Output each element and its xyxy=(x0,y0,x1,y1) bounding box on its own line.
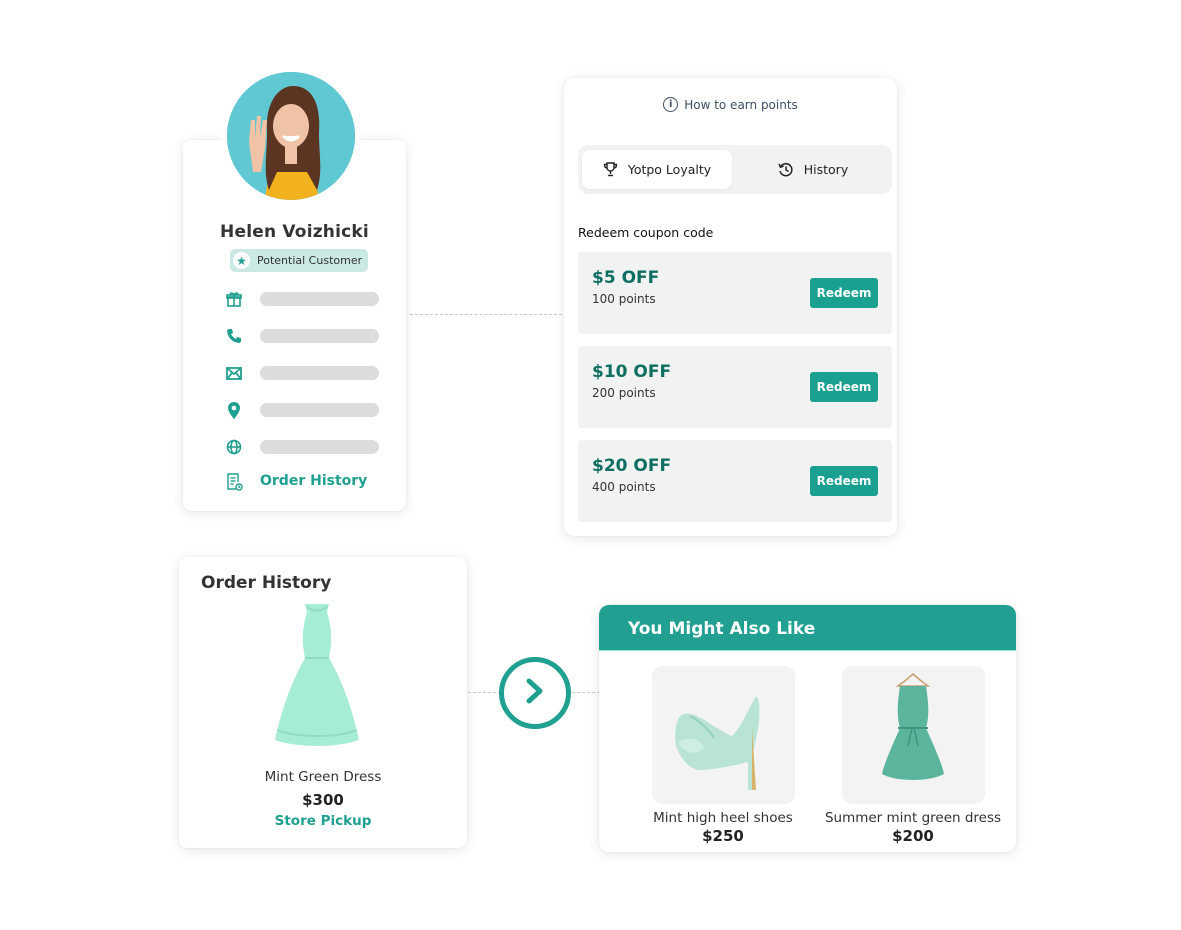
avatar xyxy=(227,72,355,200)
placeholder-bar xyxy=(260,366,379,380)
section-title: Redeem coupon code xyxy=(578,225,714,240)
order-history-title: Order History xyxy=(201,573,332,593)
tab-yotpo-loyalty-label: Yotpo Loyalty xyxy=(627,162,712,177)
recommendations-card: You Might Also Like Mint high heel shoes… xyxy=(599,605,1016,852)
info-row-email xyxy=(225,364,379,382)
coupon-item: $20 OFF 400 points Redeem xyxy=(578,440,892,522)
trophy-icon xyxy=(603,162,618,177)
globe-icon xyxy=(225,438,243,456)
order-history-card: Order History Mint Green Dress $300 Stor… xyxy=(179,557,467,848)
product-name: Summer mint green dress xyxy=(824,810,1002,826)
recommended-product[interactable]: Summer mint green dress $200 xyxy=(818,666,1008,845)
placeholder-bar xyxy=(260,440,379,454)
loyalty-widget: i How to earn points Yotpo Loyalty Histo… xyxy=(564,78,897,536)
how-to-earn-points-label: How to earn points xyxy=(684,97,798,112)
customer-name: Helen Voizhicki xyxy=(220,222,369,242)
product-image-summer-dress xyxy=(841,666,985,804)
product-price: $250 xyxy=(702,827,744,845)
product-image-heel-shoes xyxy=(651,666,795,804)
phone-icon xyxy=(225,327,243,345)
redeem-button[interactable]: Redeem xyxy=(810,278,878,308)
status-badge: ★ Potential Customer xyxy=(230,249,368,272)
product-price: $200 xyxy=(892,827,934,845)
order-item-name: Mint Green Dress xyxy=(264,769,382,785)
how-to-earn-points-link[interactable]: i How to earn points xyxy=(564,97,897,112)
coupon-amount: $5 OFF xyxy=(592,268,660,288)
coupon-points: 200 points xyxy=(592,386,656,400)
gift-icon xyxy=(225,290,243,308)
placeholder-bar xyxy=(260,329,379,343)
history-icon xyxy=(778,162,794,178)
info-row-gift xyxy=(225,290,379,308)
tab-yotpo-loyalty[interactable]: Yotpo Loyalty xyxy=(582,150,732,189)
coupon-item: $10 OFF 200 points Redeem xyxy=(578,346,892,428)
status-badge-label: Potential Customer xyxy=(257,254,363,267)
coupon-points: 100 points xyxy=(592,292,656,306)
info-row-location xyxy=(225,401,379,419)
product-name: Mint high heel shoes xyxy=(653,810,793,826)
placeholder-bar xyxy=(260,292,379,306)
star-icon: ★ xyxy=(233,252,250,269)
order-history-row[interactable] xyxy=(225,473,243,491)
receipt-clock-icon xyxy=(225,473,243,491)
chevron-right-icon xyxy=(524,677,546,709)
next-arrow-button[interactable] xyxy=(499,657,571,729)
location-pin-icon xyxy=(225,401,243,419)
recommendations-header: You Might Also Like xyxy=(599,605,1016,651)
order-history-link[interactable]: Order History xyxy=(260,473,367,489)
coupon-amount: $20 OFF xyxy=(592,456,672,476)
tab-history-label: History xyxy=(803,162,849,177)
order-fulfillment-status: Store Pickup xyxy=(274,813,372,829)
coupon-item: $5 OFF 100 points Redeem xyxy=(578,252,892,334)
info-row-phone xyxy=(225,327,379,345)
coupon-points: 400 points xyxy=(592,480,656,494)
placeholder-bar xyxy=(260,403,379,417)
order-item-price: $300 xyxy=(302,791,344,809)
redeem-button[interactable]: Redeem xyxy=(810,372,878,402)
recommended-product[interactable]: Mint high heel shoes $250 xyxy=(628,666,818,845)
recommendations-title: You Might Also Like xyxy=(628,619,816,639)
product-image-mint-dress xyxy=(267,602,367,752)
redeem-button[interactable]: Redeem xyxy=(810,466,878,496)
tab-history[interactable]: History xyxy=(738,150,888,189)
mail-icon xyxy=(225,364,243,382)
coupon-amount: $10 OFF xyxy=(592,362,672,382)
info-icon: i xyxy=(663,97,679,112)
loyalty-tabs: Yotpo Loyalty History xyxy=(578,145,892,194)
connector-line-profile-loyalty xyxy=(410,314,562,315)
info-row-website xyxy=(225,438,379,456)
